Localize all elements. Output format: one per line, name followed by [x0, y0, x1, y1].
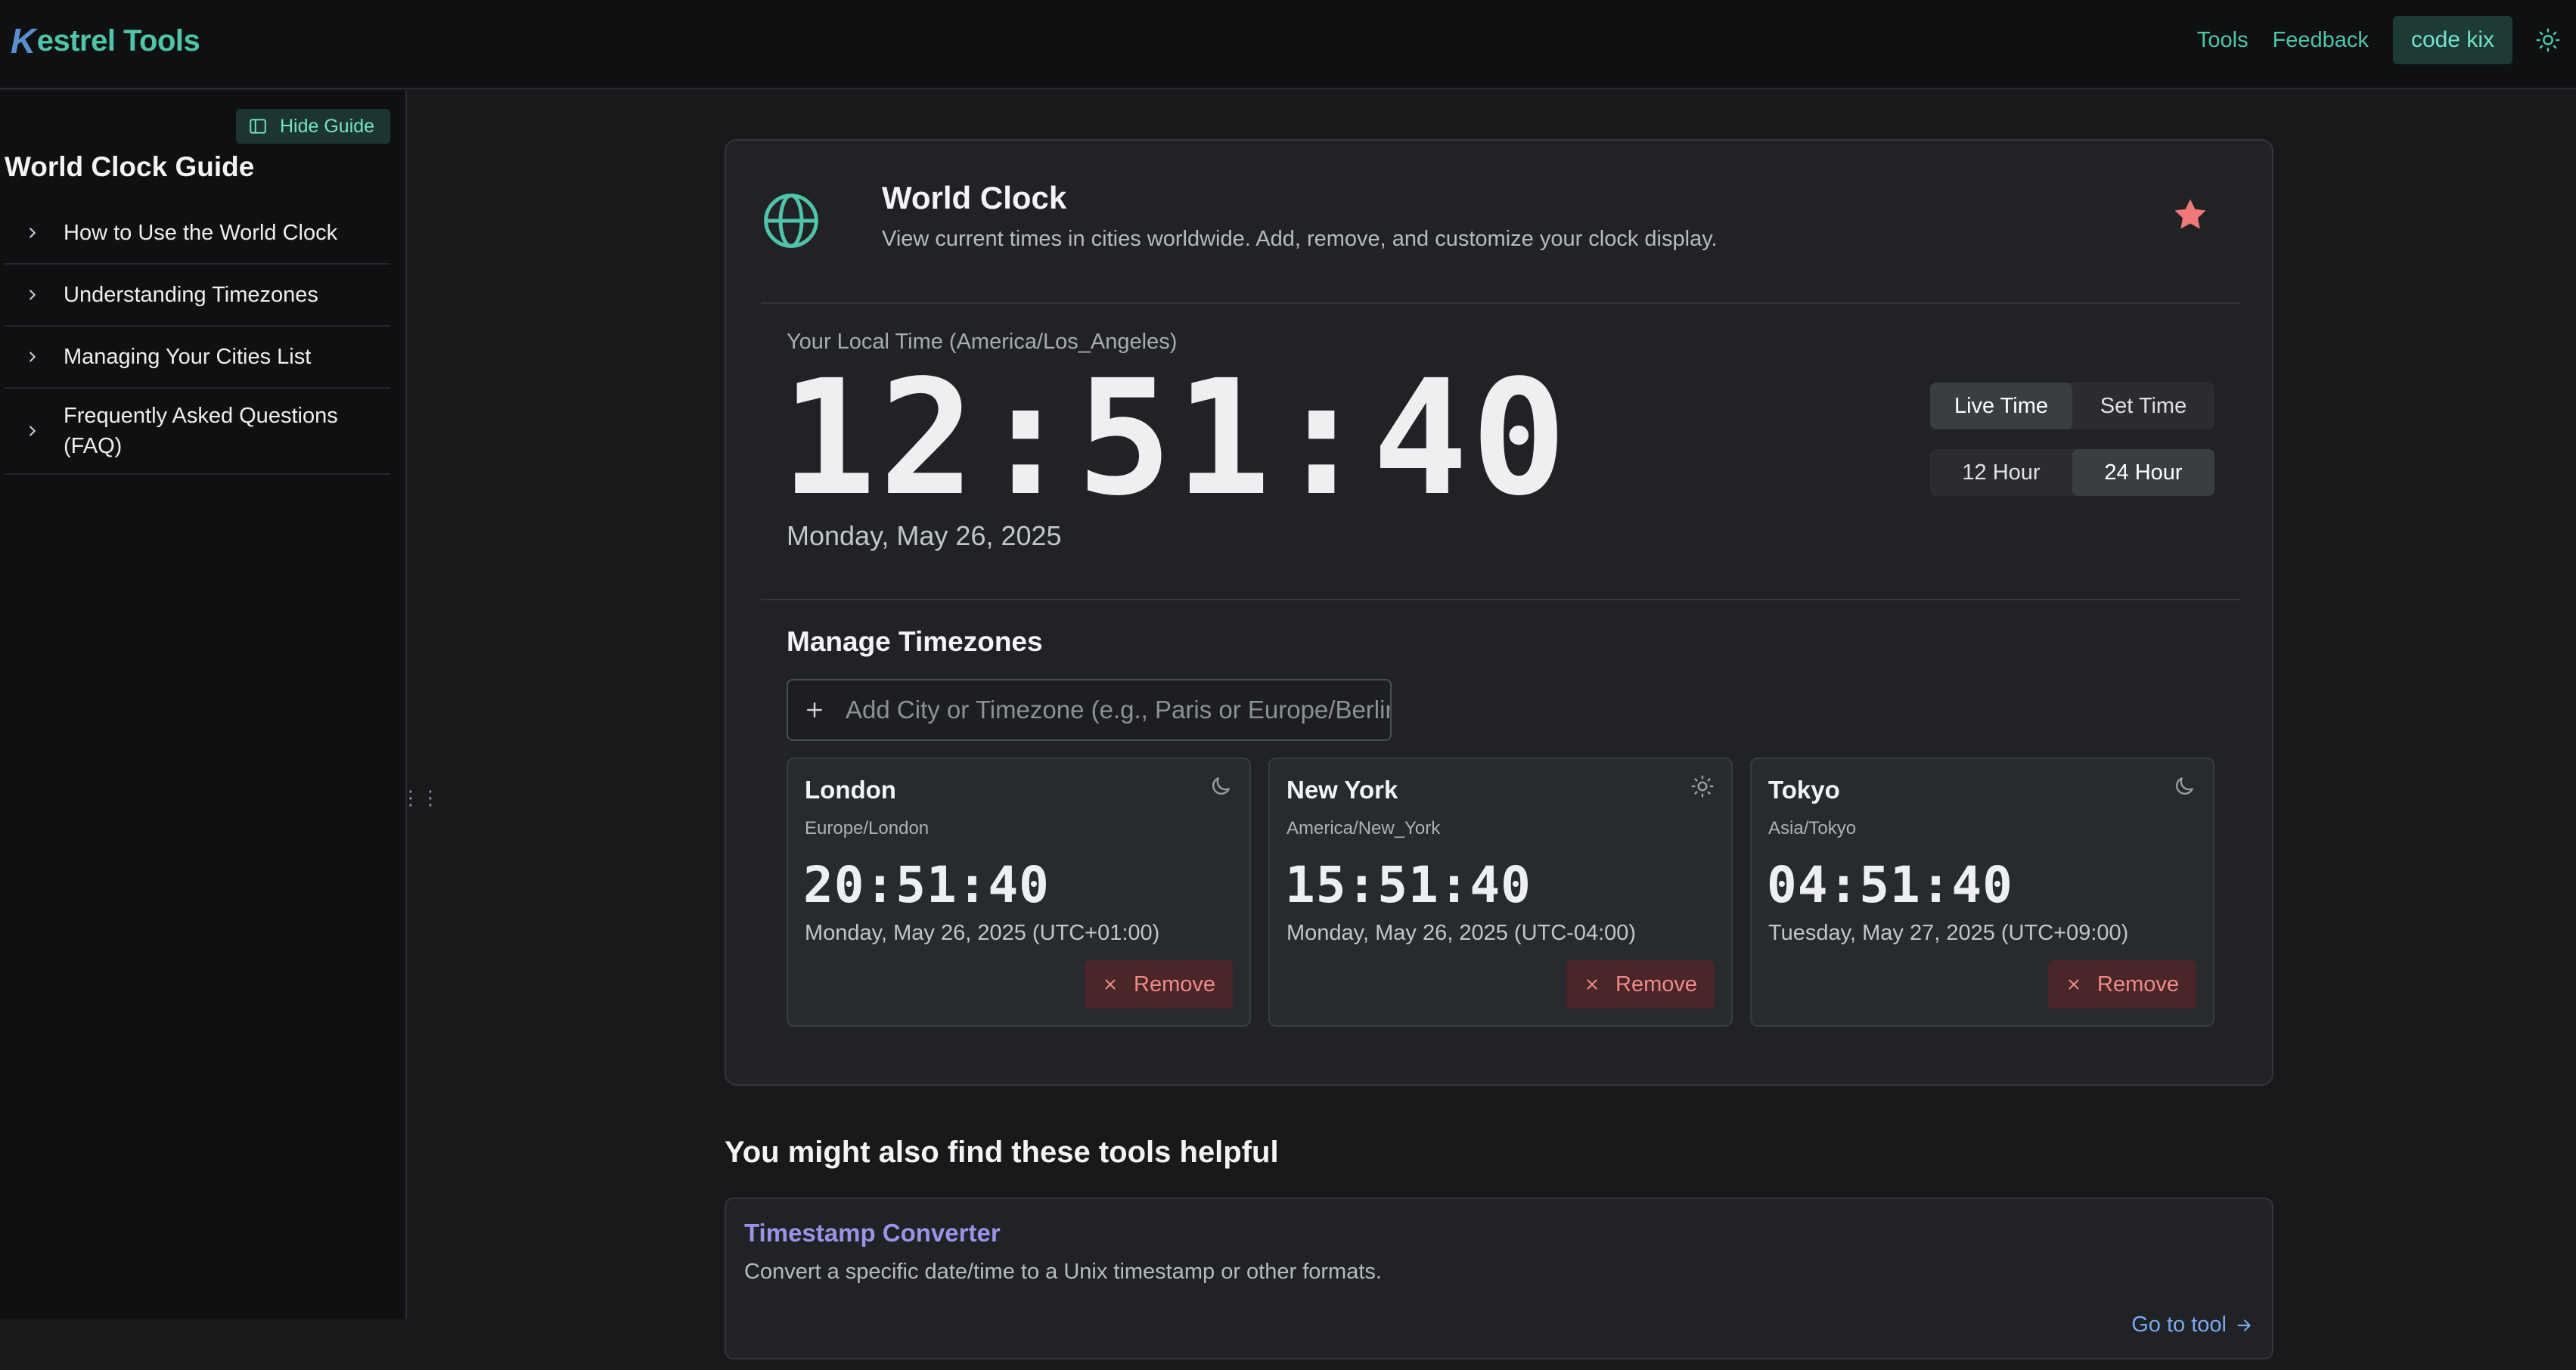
add-timezone-input[interactable]: [846, 696, 1390, 724]
guide-item-label: Managing Your Cities List: [64, 345, 312, 369]
city-card-new-york: New York America/New_York 15:51:40 Monda…: [1268, 758, 1733, 1027]
world-clock-card: World Clock View current times in cities…: [725, 139, 2273, 1086]
hide-guide-button[interactable]: Hide Guide: [236, 109, 390, 144]
top-navigation: K estrel Tools Tools Feedback code kix: [0, 0, 2576, 89]
related-tool-card[interactable]: Timestamp Converter Convert a specific d…: [725, 1198, 2273, 1359]
guide-item-faq[interactable]: Frequently Asked Questions (FAQ): [5, 389, 390, 475]
close-icon: [1587, 979, 1597, 990]
local-date: Monday, May 26, 2025: [787, 520, 1062, 551]
sidebar-panel-icon: [250, 119, 266, 134]
12-hour-option[interactable]: 12 Hour: [1930, 449, 2072, 496]
guide-item-label: How to Use the World Clock: [64, 221, 338, 245]
city-card-tokyo: Tokyo Asia/Tokyo 04:51:40 Tuesday, May 2…: [1750, 758, 2214, 1027]
city-card-london: London Europe/London 20:51:40 Monday, Ma…: [787, 758, 1251, 1027]
related-tool-description: Convert a specific date/time to a Unix t…: [744, 1260, 1382, 1284]
remove-label: Remove: [2097, 972, 2179, 997]
hour-format-toggle: 12 Hour 24 Hour: [1930, 449, 2214, 496]
sun-icon: [1691, 775, 1714, 798]
guide-item-timezones[interactable]: Understanding Timezones: [5, 265, 390, 327]
arrow-right-icon: [2237, 1319, 2251, 1331]
guide-item-label: Frequently Asked Questions (FAQ): [64, 404, 338, 458]
go-to-tool-label: Go to tool: [2131, 1313, 2227, 1337]
sun-icon[interactable]: [2535, 27, 2561, 53]
city-name: Tokyo: [1768, 776, 1840, 804]
set-time-option[interactable]: Set Time: [2072, 383, 2214, 429]
moon-icon: [1212, 777, 1230, 795]
hide-guide-label: Hide Guide: [280, 115, 375, 137]
city-time: 04:51:40: [1767, 856, 2013, 914]
section-divider: [761, 599, 2240, 600]
manage-timezones-title: Manage Timezones: [787, 626, 1043, 657]
24-hour-option[interactable]: 24 Hour: [2072, 449, 2214, 496]
local-time-display: 12:51:40: [781, 346, 1570, 531]
tool-header: World Clock View current times in cities…: [761, 180, 2240, 316]
guide-sidebar: Hide Guide World Clock Guide How to Use …: [0, 91, 440, 1319]
city-time: 20:51:40: [803, 856, 1050, 914]
city-timezone: Asia/Tokyo: [1768, 818, 1857, 838]
city-date: Monday, May 26, 2025 (UTC+01:00): [805, 921, 1160, 945]
go-to-tool-link[interactable]: Go to tool: [2131, 1313, 2254, 1337]
related-tool-name[interactable]: Timestamp Converter: [744, 1219, 1001, 1248]
globe-icon: [764, 194, 818, 248]
city-time: 15:51:40: [1285, 856, 1532, 914]
close-icon: [1105, 979, 1116, 990]
moon-icon: [2176, 777, 2193, 795]
brand-initial: K: [11, 21, 36, 60]
city-date: Monday, May 26, 2025 (UTC-04:00): [1286, 921, 1637, 945]
city-timezone: America/New_York: [1286, 818, 1441, 838]
brand-name: estrel Tools: [36, 23, 200, 57]
tool-description: View current times in cities worldwide. …: [882, 227, 1718, 251]
remove-city-button[interactable]: Remove: [2048, 960, 2196, 1009]
plus-icon: [807, 702, 822, 718]
chevron-right-icon: [29, 228, 36, 238]
guide-title: World Clock Guide: [5, 151, 255, 182]
remove-label: Remove: [1134, 972, 1215, 997]
remove-city-button[interactable]: Remove: [1566, 960, 1715, 1009]
header-divider: [761, 302, 2240, 304]
tool-title: World Clock: [882, 180, 1067, 215]
chevron-right-icon: [29, 426, 36, 436]
live-time-option[interactable]: Live Time: [1930, 383, 2072, 429]
resize-handle-icon[interactable]: ⋮⋮: [401, 785, 440, 811]
brand-logo[interactable]: K estrel Tools: [11, 20, 200, 62]
chevron-right-icon: [29, 290, 36, 300]
add-timezone-field[interactable]: [787, 679, 1392, 741]
city-name: New York: [1286, 776, 1398, 804]
time-mode-toggle: Live Time Set Time: [1930, 383, 2214, 429]
related-tools-title: You might also find these tools helpful: [725, 1136, 1279, 1169]
nav-tools-link[interactable]: Tools: [2197, 28, 2249, 53]
nav-feedback-link[interactable]: Feedback: [2273, 28, 2369, 53]
guide-item-cities-list[interactable]: Managing Your Cities List: [5, 327, 390, 389]
nav-links: Tools Feedback code kix: [2197, 15, 2576, 65]
remove-city-button[interactable]: Remove: [1085, 960, 1233, 1009]
guide-list: How to Use the World Clock Understanding…: [5, 203, 390, 475]
city-timezone: Europe/London: [805, 818, 930, 838]
user-button[interactable]: code kix: [2392, 16, 2512, 64]
guide-item-label: Understanding Timezones: [64, 283, 318, 307]
close-icon: [2069, 979, 2079, 990]
remove-label: Remove: [1615, 972, 1697, 997]
star-icon[interactable]: [2171, 195, 2210, 234]
city-name: London: [805, 776, 896, 804]
city-date: Tuesday, May 27, 2025 (UTC+09:00): [1768, 921, 2129, 945]
guide-item-how-to-use[interactable]: How to Use the World Clock: [5, 203, 390, 265]
chevron-right-icon: [29, 352, 36, 362]
